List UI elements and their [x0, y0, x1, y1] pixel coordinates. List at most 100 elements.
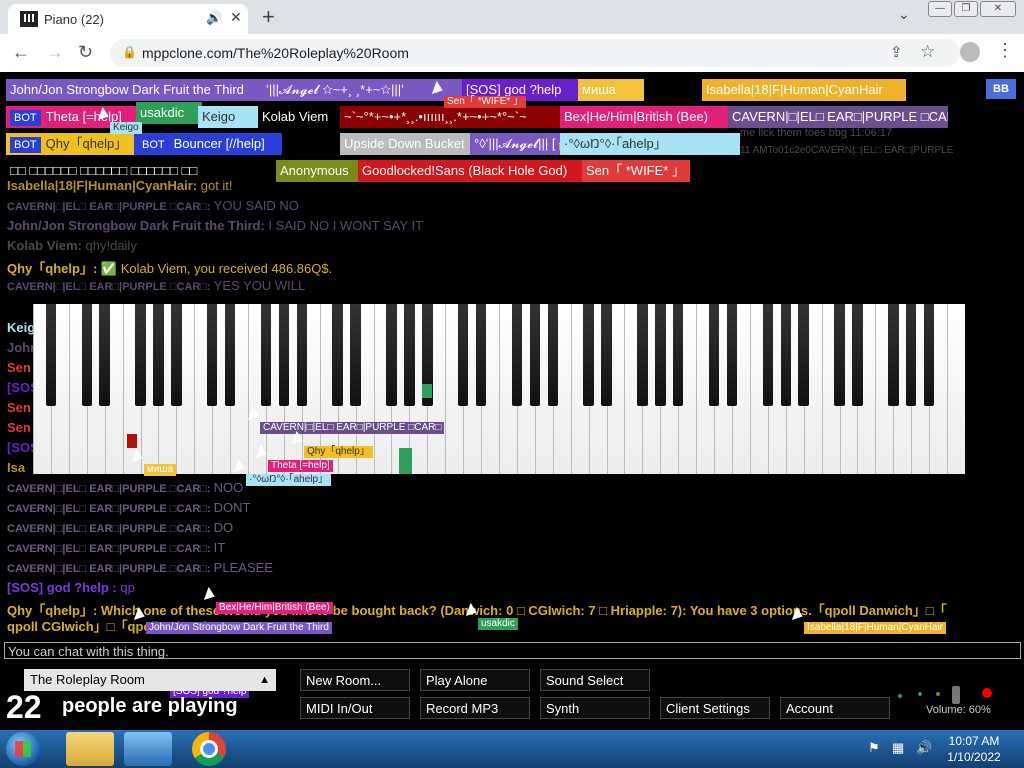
- participant-9[interactable]: Kolab Viem: [258, 106, 346, 128]
- system-clock[interactable]: 10:07 AM 1/10/2022: [944, 733, 1004, 765]
- black-key[interactable]: [762, 304, 774, 406]
- black-key[interactable]: [207, 304, 218, 406]
- bot-badge: BOT: [138, 137, 169, 153]
- black-key[interactable]: [655, 304, 666, 406]
- black-key[interactable]: [404, 304, 415, 406]
- participant-7[interactable]: usakdic: [136, 102, 202, 124]
- start-button[interactable]: [6, 732, 40, 766]
- black-key[interactable]: [224, 304, 236, 406]
- black-key[interactable]: [296, 304, 308, 406]
- volume-icon[interactable]: 🔊: [916, 740, 932, 756]
- browser-menu-icon[interactable]: ⋮: [996, 40, 1014, 61]
- black-key[interactable]: [99, 304, 110, 406]
- black-key[interactable]: [332, 304, 343, 406]
- participant-15[interactable]: Upside Down Bucket: [340, 133, 474, 155]
- browser-tab[interactable]: Piano (22) 🔊 ✕: [8, 4, 248, 34]
- black-key[interactable]: [547, 304, 558, 406]
- black-key[interactable]: [834, 304, 845, 406]
- participant-17[interactable]: ·°◊ωŊ°◊·「ahelp」: [560, 133, 740, 155]
- back-arrow-icon[interactable]: ←: [12, 42, 30, 63]
- black-key[interactable]: [923, 304, 935, 406]
- address-bar[interactable]: 🔒 mppclone.com/The%20Roleplay%20Room ⇪ ☆: [110, 39, 960, 67]
- black-key[interactable]: [637, 304, 648, 406]
- action-center-icon[interactable]: ⚑: [868, 740, 880, 756]
- black-key[interactable]: [888, 304, 899, 406]
- black-key[interactable]: [81, 304, 92, 406]
- black-key[interactable]: [852, 304, 863, 406]
- black-key[interactable]: [386, 304, 397, 406]
- black-key[interactable]: [350, 304, 361, 406]
- reload-icon[interactable]: ↻: [78, 42, 93, 63]
- black-key[interactable]: [601, 304, 612, 406]
- minimize-window-button[interactable]: —: [928, 1, 952, 17]
- chat-fragment: Isa: [7, 460, 26, 475]
- chat-text: qp: [120, 580, 135, 595]
- participant-14[interactable]: BOT Bouncer [//help]: [134, 133, 282, 155]
- close-tab-icon[interactable]: ✕: [230, 9, 242, 26]
- control-button-account[interactable]: Account: [780, 697, 890, 719]
- participant-4[interactable]: миша: [578, 79, 644, 101]
- black-key[interactable]: [511, 304, 523, 406]
- control-button-sound-select[interactable]: Sound Select: [540, 669, 650, 691]
- restore-window-button[interactable]: ❐: [954, 1, 978, 17]
- participant-11[interactable]: Bex|He/Him|British (Bee): [560, 106, 730, 128]
- black-key[interactable]: [45, 304, 57, 406]
- chat-message: Qhy「qhelp」: ✅ Kolab Viem, you received 4…: [7, 258, 332, 277]
- chrome-icon[interactable]: [192, 732, 226, 766]
- file-explorer-icon[interactable]: [66, 732, 114, 766]
- room-select-arrow-icon[interactable]: ▲: [259, 669, 270, 691]
- control-button-new-room[interactable]: New Room...: [300, 669, 410, 691]
- participant-21[interactable]: Sen「 *WIFE* 」: [582, 160, 690, 182]
- chat-author: CAVERN|□|EL□ EAR□|PURPLE □CAR□:: [7, 201, 214, 213]
- media-player-icon[interactable]: [124, 732, 172, 766]
- black-key[interactable]: [278, 304, 290, 406]
- control-button-synth[interactable]: Synth: [540, 697, 650, 719]
- share-icon[interactable]: ⇪: [890, 43, 903, 61]
- participant-20[interactable]: Goodlocked!Sans (Black Hole God): [358, 160, 584, 182]
- profile-avatar-icon[interactable]: [960, 42, 980, 62]
- close-window-button[interactable]: ✕: [980, 1, 1016, 17]
- control-button-client-settings[interactable]: Client Settings: [660, 697, 770, 719]
- control-button-midi-in-out[interactable]: MIDI In/Out: [300, 697, 410, 719]
- black-key[interactable]: [708, 304, 720, 406]
- chat-input[interactable]: You can chat with this thing.: [4, 642, 1021, 659]
- piano-keyboard[interactable]: [33, 304, 965, 474]
- participant-19[interactable]: Anonymous: [276, 160, 360, 182]
- new-tab-button[interactable]: +: [262, 4, 275, 30]
- participant-1[interactable]: John/Jon Strongbow Dark Fruit the Third: [6, 79, 272, 101]
- bookmark-star-icon[interactable]: ☆: [920, 42, 935, 62]
- audio-playing-icon[interactable]: 🔊: [206, 10, 222, 26]
- black-key[interactable]: [260, 304, 272, 406]
- black-key[interactable]: [780, 304, 791, 406]
- black-key[interactable]: [457, 304, 469, 406]
- participant-name: Upside Down Bucket: [344, 136, 465, 151]
- black-key[interactable]: [673, 304, 684, 406]
- black-key[interactable]: [906, 304, 917, 406]
- network-icon[interactable]: ▦: [892, 740, 904, 756]
- bb-toggle-button[interactable]: BB: [986, 79, 1016, 99]
- black-key[interactable]: [726, 304, 738, 406]
- participant-13[interactable]: BOT Qhy「qhelp」: [6, 133, 136, 155]
- participant-5[interactable]: Isabella|18|F|Human|CyanHair: [702, 79, 906, 101]
- forward-arrow-icon[interactable]: →: [46, 42, 64, 63]
- chat-author: CAVERN|□|EL□ EAR□|PURPLE □CAR□:: [7, 523, 214, 535]
- control-button-record-mp3[interactable]: Record MP3: [420, 697, 530, 719]
- participant-10[interactable]: ~`~°*+~•+*¸¸.•ıııııı¸¸.*+~•+~*°~`~: [340, 106, 562, 128]
- black-key[interactable]: [135, 304, 146, 406]
- tab-search-chevron-icon[interactable]: ⌄: [898, 6, 910, 23]
- room-select[interactable]: The Roleplay Room ▲: [24, 669, 276, 691]
- black-key[interactable]: [153, 304, 164, 406]
- black-key[interactable]: [798, 304, 809, 406]
- chat-message: [SOS] god ?help : qp: [7, 580, 135, 595]
- white-key[interactable]: [947, 304, 965, 474]
- black-key[interactable]: [529, 304, 541, 406]
- control-button-play-alone[interactable]: Play Alone: [420, 669, 530, 691]
- black-key[interactable]: [475, 304, 487, 406]
- volume-readout[interactable]: Volume: 60%: [926, 704, 991, 716]
- chat-message: Isabella|18|F|Human|CyanHair: got it!: [7, 178, 233, 193]
- black-key[interactable]: [583, 304, 594, 406]
- participant-12[interactable]: CAVERN|□|EL□ EAR□|PURPLE □CAR□: [728, 106, 948, 128]
- black-key[interactable]: [171, 304, 182, 406]
- lock-icon[interactable]: 🔒: [122, 45, 137, 59]
- participant-8[interactable]: Keigo: [198, 106, 264, 128]
